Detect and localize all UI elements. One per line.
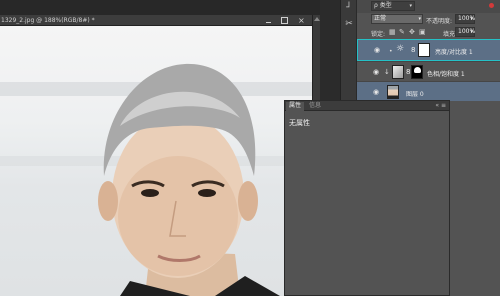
layer-name: 色相/饱和度 1 (427, 71, 465, 78)
layer-indicator-icon: • (389, 48, 393, 55)
layer-filter-select[interactable]: ρ 类型 ▾ (371, 1, 415, 11)
tab-info[interactable]: 信息 (306, 102, 324, 111)
layer-thumbnail (387, 85, 399, 99)
minimize-icon[interactable] (265, 17, 272, 24)
blend-mode-value: 正常 (374, 15, 387, 22)
lock-row: 锁定: ▦ ✎ ✥ ▣ 填充: 100% ▾ (357, 26, 500, 39)
lock-pixels-icon[interactable]: ✎ (399, 28, 405, 36)
opacity-input[interactable]: 100% ▾ (455, 14, 475, 24)
layer-mask-thumbnail[interactable] (418, 43, 430, 57)
eye-icon[interactable]: ◉ (374, 46, 380, 54)
eye-icon[interactable]: ◉ (373, 88, 379, 96)
properties-tab-bar: 属性 信息 « ≡ (285, 101, 449, 111)
clip-arrow-icon: ↓ (384, 68, 390, 76)
lock-position-icon[interactable]: ✥ (409, 28, 415, 36)
eye-icon[interactable]: ◉ (373, 68, 379, 76)
brush-icon[interactable]: ┘ (343, 2, 355, 14)
chevron-down-icon: ▾ (409, 3, 412, 9)
layer-filter-row: ρ 类型 ▾ (357, 0, 500, 13)
chevron-down-icon: ▾ (470, 16, 473, 22)
lock-label: 锁定: (371, 31, 386, 38)
document-title: 1329_2.jpg @ 188%(RGB/8#) * (1, 17, 95, 24)
layer-row-hue-saturation[interactable]: ◉ ↓ 8 色相/饱和度 1 (357, 61, 500, 81)
link-icon[interactable]: 8 (411, 46, 415, 54)
document-canvas[interactable] (0, 26, 312, 296)
close-icon[interactable]: × (298, 17, 305, 25)
brightness-adjustment-icon: ☼ (396, 44, 405, 54)
adjustment-thumbnail (392, 65, 404, 79)
scissors-icon[interactable]: ✂ (343, 18, 355, 30)
collapse-icon[interactable]: « (435, 102, 439, 109)
tab-properties[interactable]: 属性 (286, 102, 305, 111)
fill-input[interactable]: 100% ▾ (455, 27, 475, 37)
panel-menu-icon[interactable]: ≡ (441, 102, 446, 109)
blend-row: 正常 ▾ 不透明度: 100% ▾ (357, 13, 500, 26)
layer-row-brightness-contrast[interactable]: ◉ • ☼ 8 亮度/对比度 1 (357, 39, 500, 61)
properties-panel: 属性 信息 « ≡ 无属性 (284, 100, 450, 296)
blend-mode-select[interactable]: 正常 ▾ (371, 14, 423, 24)
layer-filter-value: ρ 类型 (374, 2, 392, 9)
chevron-down-icon: ▾ (418, 16, 421, 22)
maximize-icon[interactable] (281, 17, 288, 24)
layer-row-layer-0[interactable]: ◉ 图层 0 (357, 81, 500, 101)
layer-name: 亮度/对比度 1 (435, 49, 473, 56)
lock-all-icon[interactable]: ▣ (419, 28, 426, 36)
lock-transparent-icon[interactable]: ▦ (389, 28, 396, 36)
layer-name: 图层 0 (406, 91, 424, 98)
document-tab[interactable]: 1329_2.jpg @ 188%(RGB/8#) * × (0, 15, 312, 26)
no-properties-text: 无属性 (289, 119, 310, 127)
filter-toggle-icon[interactable] (489, 3, 494, 8)
portrait-photo (98, 63, 280, 296)
link-icon[interactable]: 8 (406, 68, 410, 76)
chevron-down-icon: ▾ (470, 29, 473, 35)
layer-mask-thumbnail[interactable] (411, 65, 423, 79)
opacity-label: 不透明度: (426, 18, 453, 25)
